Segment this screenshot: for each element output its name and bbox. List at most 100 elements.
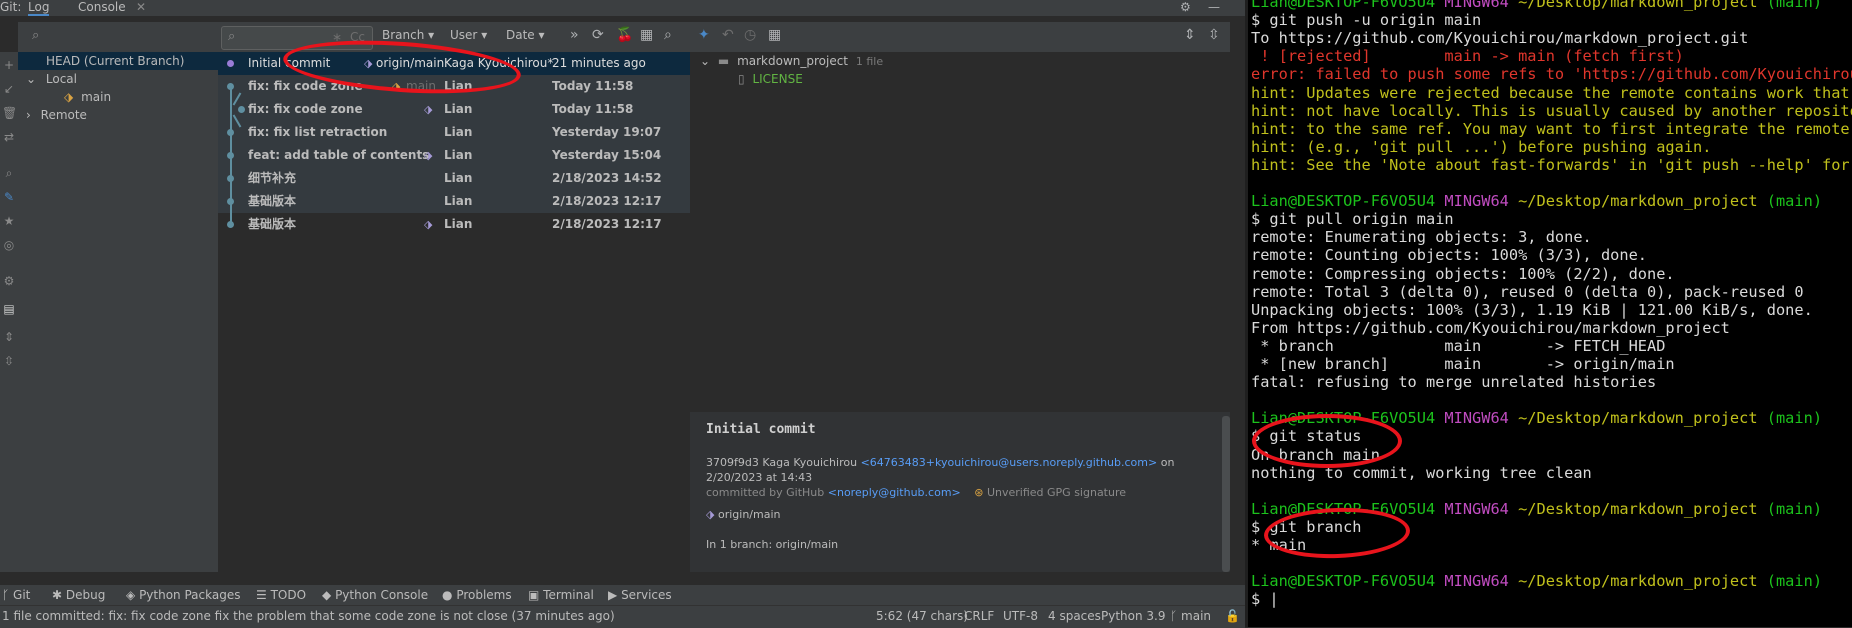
refresh-icon[interactable]: ⟳ [592, 27, 604, 43]
lock-icon[interactable]: 🔓 [1225, 609, 1240, 623]
branch-main-label: main [81, 90, 112, 104]
prompt-path: ~/Desktop/markdown_project [1518, 192, 1767, 211]
gear-icon[interactable]: ⚙ [1180, 0, 1191, 14]
graph-options-icon[interactable]: ▦ [640, 27, 653, 43]
merge-icon[interactable]: ⇄ [2, 130, 16, 144]
collapse-all-icon[interactable]: ⇳ [2, 354, 16, 368]
add-icon[interactable]: + [2, 58, 16, 72]
close-tab-icon[interactable]: ✕ [136, 0, 146, 14]
tab-todo-label: TODO [270, 588, 307, 602]
file-encoding[interactable]: UTF-8 [1003, 609, 1038, 623]
search-icon[interactable]: ⌕ [664, 27, 672, 43]
commit-author: Lian [444, 102, 473, 116]
terminal-line: hint: not have locally. This is usually … [1251, 101, 1852, 120]
terminal-icon: ▣ [528, 588, 540, 602]
commit-row[interactable]: fix: fix list retraction Lian Yesterday … [218, 121, 690, 144]
details-title: Initial commit [706, 422, 816, 437]
tag-icon: ⬗ [424, 218, 433, 231]
chevron-down-icon: ▾ [481, 28, 488, 42]
terminal-line: fatal: refusing to merge unrelated histo… [1251, 373, 1657, 392]
cherry-pick-icon[interactable]: 🍒 [616, 27, 633, 43]
tab-services[interactable]: ▶ Services [608, 588, 672, 602]
undo-icon[interactable]: ↶ [722, 27, 734, 43]
folder-icon: ▬ [717, 54, 730, 68]
settings-icon[interactable]: ⚙ [2, 274, 16, 288]
tab-problems[interactable]: ● Problems [442, 588, 512, 602]
commit-log-list: Initial commit ⬗ origin/main Kaga Kyouic… [218, 52, 690, 572]
services-icon: ▶ [608, 588, 618, 602]
more-icon[interactable]: » [570, 27, 579, 43]
terminal-window[interactable]: Lian@DESKTOP-F6VO5U4 MINGW64 ~/Desktop/m… [1248, 0, 1852, 627]
local-group[interactable]: ⌄ Local [26, 70, 77, 88]
tab-python-console[interactable]: ◆ Python Console [322, 588, 428, 602]
branch-main[interactable]: ⬗ main [64, 88, 111, 106]
tab-terminal[interactable]: ▣ Terminal [528, 588, 594, 602]
tab-todo[interactable]: ☰ TODO [256, 588, 306, 602]
packages-icon: ◈ [126, 588, 136, 602]
date-filter-dropdown[interactable]: Date ▾ [506, 28, 545, 42]
branch-search-bar[interactable]: ⌕ [18, 22, 218, 52]
commit-date: Yesterday 19:07 [552, 125, 662, 139]
checkout-icon[interactable]: ↙ [2, 82, 16, 96]
branch-filter-dropdown[interactable]: Branch ▾ [382, 28, 434, 42]
committer-email-link[interactable]: <noreply@github.com> [828, 486, 961, 499]
prompt-env: MINGW64 [1435, 409, 1519, 428]
user-filter-dropdown[interactable]: User ▾ [450, 28, 487, 42]
branch-head[interactable]: HEAD (Current Branch) [18, 52, 218, 70]
commit-author: Lian [444, 194, 473, 208]
git-branch-widget[interactable]: ᚴ main [1170, 609, 1211, 623]
commit-row[interactable]: 基础版本 ⬗ Lian 2/18/2023 12:17 [218, 213, 690, 236]
tab-python-packages[interactable]: ◈ Python Packages [126, 588, 240, 602]
expand-all-icon[interactable]: ⇕ [1184, 27, 1196, 43]
cursor-position[interactable]: 5:62 (47 chars) [876, 609, 968, 623]
remote-group[interactable]: › Remote [26, 106, 87, 124]
show-diff-icon[interactable]: ✦ [698, 27, 710, 43]
commit-date: Today 11:58 [552, 102, 634, 116]
local-label: Local [45, 72, 77, 86]
tab-terminal-label: Terminal [543, 588, 594, 602]
minimize-icon[interactable]: — [1208, 0, 1220, 14]
tab-debug-label: Debug [65, 588, 106, 602]
chevron-down-icon: ▾ [428, 28, 435, 42]
prompt-env: MINGW64 [1435, 192, 1519, 211]
github-icon[interactable]: ◎ [2, 238, 16, 252]
line-separator[interactable]: CRLF [964, 609, 994, 623]
author-email-link[interactable]: <64763483+kyouichirou@users.noreply.gith… [861, 456, 1158, 469]
prompt-path: ~/Desktop/markdown_project [1518, 409, 1767, 428]
group-by-icon[interactable]: ▦ [768, 27, 781, 43]
graph-edge [230, 87, 232, 223]
search-icon: ⌕ [32, 28, 40, 43]
terminal-line: remote: Counting objects: 100% (3/3), do… [1251, 246, 1648, 265]
commit-row[interactable]: 基础版本 Lian 2/18/2023 12:17 [218, 190, 690, 213]
terminal-line: To https://github.com/Kyouichirou/markdo… [1251, 29, 1749, 48]
collapse-all-icon[interactable]: ⇳ [1208, 27, 1220, 43]
commit-row[interactable]: 细节补充 Lian 2/18/2023 14:52 [218, 167, 690, 190]
list-icon: ☰ [256, 588, 267, 602]
git-toolwindow-header: Git: Log Console ✕ ⚙ — [0, 0, 1245, 16]
history-icon[interactable]: ◷ [744, 27, 756, 43]
tab-console[interactable]: Console [78, 0, 126, 14]
search-icon[interactable]: ⌕ [2, 166, 16, 180]
tab-git[interactable]: ᚴ Git [2, 588, 30, 602]
python-interpreter[interactable]: Python 3.9 [1101, 609, 1166, 623]
terminal-line: hint: (e.g., 'git pull ...') before push… [1251, 137, 1712, 156]
changes-root[interactable]: ⌄ ▬ markdown_project 1 file [700, 54, 883, 68]
changed-file[interactable]: ▯ LICENSE [738, 72, 803, 86]
star-icon[interactable]: ★ [2, 214, 16, 228]
branches-panel-icon[interactable]: ▤ [2, 302, 16, 316]
details-scrollbar[interactable] [1222, 416, 1230, 572]
commit-row[interactable]: fix: fix code zone ⬗ Lian Today 11:58 [218, 98, 690, 121]
status-message[interactable]: 1 file committed: fix: fix code zone fix… [2, 609, 615, 623]
prompt-env: MINGW64 [1435, 499, 1519, 518]
indent-setting[interactable]: 4 spaces [1048, 609, 1101, 623]
expand-all-icon[interactable]: ⇕ [2, 330, 16, 344]
tab-debug[interactable]: ✱ Debug [52, 588, 105, 602]
commit-row[interactable]: feat: add table of contents ⬗ Lian Yeste… [218, 144, 690, 167]
commit-date: 2/18/2023 14:52 [552, 171, 662, 185]
terminal-command: $ git pull origin main [1251, 210, 1454, 229]
tab-log[interactable]: Log [28, 0, 50, 16]
tag-icon: ⬗ [424, 149, 433, 162]
edit-icon[interactable]: ✎ [2, 190, 16, 204]
terminal-line: error: failed to push some refs to 'http… [1251, 65, 1852, 84]
delete-icon[interactable]: 🗑 [2, 106, 17, 120]
